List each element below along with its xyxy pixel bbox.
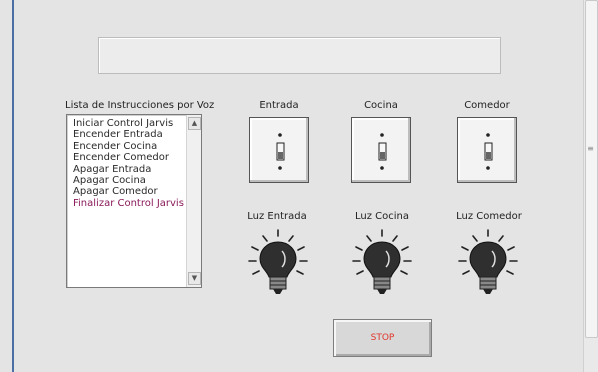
list-item[interactable]: Apagar Entrada <box>73 164 184 175</box>
list-item[interactable]: Encender Cocina <box>73 141 184 152</box>
instruction-list-label: Lista de Instrucciones por Voz <box>65 100 215 111</box>
list-item[interactable]: Apagar Comedor <box>73 186 184 197</box>
toggle-switch-icon <box>378 133 387 170</box>
stop-button[interactable]: STOP <box>333 319 432 357</box>
switch-label-comedor: Comedor <box>464 100 510 111</box>
switch-label-cocina: Cocina <box>364 100 398 111</box>
list-item[interactable]: Encender Comedor <box>73 152 184 163</box>
list-item[interactable]: Apagar Cocina <box>73 175 184 186</box>
light-entrada <box>243 227 313 299</box>
light-bulb-icon <box>352 229 412 294</box>
light-bulb-icon <box>248 229 308 294</box>
grip-icon: ≡ <box>587 144 594 153</box>
toggle-switch-icon <box>276 133 285 170</box>
light-cocina <box>347 227 417 299</box>
listbox-scrollbar[interactable]: ▲ ▼ <box>186 115 201 287</box>
light-label-comedor: Luz Comedor <box>456 211 522 222</box>
list-item[interactable]: Finalizar Control Jarvis <box>73 198 184 209</box>
scroll-up-icon[interactable]: ▲ <box>188 117 201 130</box>
light-bulb-icon <box>458 229 518 294</box>
list-item[interactable]: Encender Entrada <box>73 129 184 140</box>
switch-label-entrada: Entrada <box>259 100 299 111</box>
light-label-cocina: Luz Cocina <box>354 211 409 222</box>
switch-entrada[interactable] <box>249 117 309 183</box>
light-label-entrada: Luz Entrada <box>247 211 307 222</box>
voice-command-display <box>98 37 501 74</box>
switch-comedor[interactable] <box>457 117 517 183</box>
front-panel: Lista de Instrucciones por Voz Iniciar C… <box>0 0 598 372</box>
toggle-switch-icon <box>484 133 493 170</box>
scroll-down-icon[interactable]: ▼ <box>188 272 201 285</box>
list-item[interactable]: Iniciar Control Jarvis <box>73 118 184 129</box>
instruction-listbox[interactable]: Iniciar Control Jarvis Encender Entrada … <box>66 114 202 288</box>
light-comedor <box>453 227 523 299</box>
window-scrollbar-thumb[interactable] <box>585 0 598 338</box>
window-border <box>12 0 14 372</box>
switch-cocina[interactable] <box>351 117 411 183</box>
